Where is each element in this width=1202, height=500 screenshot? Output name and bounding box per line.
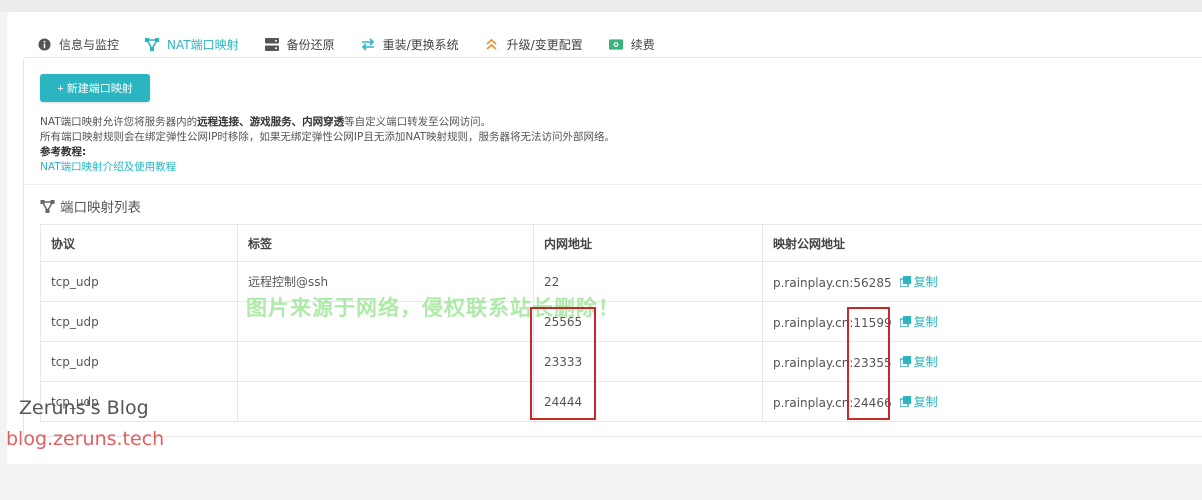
copy-icon [899, 396, 911, 407]
header-protocol: 协议 [40, 224, 238, 262]
nat-panel: + 新建端口映射 NAT端口映射允许您将服务器内的远程连接、游戏服务、内网穿透等… [23, 57, 1202, 437]
table-row: tcp_udp 23333 p.rainplay.cn:23355 复制 [40, 341, 1202, 382]
tab-label: NAT端口映射 [167, 37, 239, 52]
cell-public: p.rainplay.cn:11599 复制 [762, 301, 1202, 342]
highlight-box-public-port [847, 307, 890, 420]
table-row: tcp_udp 远程控制@ssh 22 p.rainplay.cn:56285 复… [40, 261, 1202, 302]
copy-button[interactable]: 复制 [899, 393, 938, 410]
tab-label: 升级/变更配置 [506, 37, 583, 52]
tab-renew[interactable]: 续费 [608, 30, 655, 58]
money-icon [608, 37, 623, 51]
header-public-address: 映射公网地址 [762, 224, 1202, 262]
add-port-mapping-button[interactable]: + 新建端口映射 [40, 74, 150, 102]
cell-protocol: tcp_udp [40, 261, 238, 302]
port-mapping-list-title: 端口映射列表 [40, 196, 141, 216]
description-line-1: NAT端口映射允许您将服务器内的远程连接、游戏服务、内网穿透等自定义端口转发至公… [40, 116, 492, 128]
tab-backup-restore[interactable]: 备份还原 [264, 30, 335, 58]
cell-public: p.rainplay.cn:56285 复制 [762, 261, 1202, 302]
table-row: tcp_udp 24444 p.rainplay.cn:24466 复制 [40, 381, 1202, 422]
copy-icon [899, 356, 911, 367]
info-icon [37, 37, 51, 51]
cell-tag [237, 381, 534, 422]
copy-icon [899, 316, 911, 327]
share-nodes-icon [145, 37, 160, 51]
tab-upgrade-config[interactable]: 升级/变更配置 [485, 30, 583, 58]
highlight-box-internal [530, 307, 596, 420]
port-mapping-table: 协议 标签 内网地址 映射公网地址 tcp_udp 远程控制@ssh 22 p.… [40, 224, 1202, 422]
cell-protocol: tcp_udp [40, 341, 238, 382]
tutorial-link[interactable]: NAT端口映射介绍及使用教程 [40, 160, 615, 175]
divider [24, 184, 1202, 185]
description-line-2: 所有端口映射规则会在绑定弹性公网IP时移除，如果无绑定弹性公网IP且无添加NAT… [40, 131, 615, 143]
server-icon [264, 37, 279, 51]
tab-label: 备份还原 [286, 37, 335, 52]
reference-label: 参考教程: [40, 146, 87, 158]
share-nodes-icon [40, 199, 55, 213]
description: NAT端口映射允许您将服务器内的远程连接、游戏服务、内网穿透等自定义端口转发至公… [40, 115, 615, 175]
tab-reinstall-system[interactable]: 重装/更换系统 [361, 30, 459, 58]
top-strip [0, 0, 1202, 12]
cell-protocol: tcp_udp [40, 301, 238, 342]
tab-label: 续费 [630, 37, 655, 52]
copy-button[interactable]: 复制 [899, 313, 938, 330]
header-tag: 标签 [237, 224, 534, 262]
table-row: tcp_udp 25565 p.rainplay.cn:11599 复制 [40, 301, 1202, 342]
tab-label: 信息与监控 [59, 37, 120, 52]
copy-icon [899, 276, 911, 287]
table-header-row: 协议 标签 内网地址 映射公网地址 [40, 224, 1202, 262]
tab-nat-port-mapping[interactable]: NAT端口映射 [135, 30, 249, 59]
tab-label: 重装/更换系统 [382, 37, 459, 52]
copy-button[interactable]: 复制 [899, 273, 938, 290]
cell-public: p.rainplay.cn:23355 复制 [762, 341, 1202, 382]
cell-tag [237, 341, 534, 382]
header-internal-address: 内网地址 [533, 224, 763, 262]
swap-arrows-icon [361, 37, 375, 51]
blog-url-watermark: blog.zeruns.tech [6, 428, 165, 450]
copy-button[interactable]: 复制 [899, 353, 938, 370]
cell-public: p.rainplay.cn:24466 复制 [762, 381, 1202, 422]
blog-name-watermark: Zeruns's Blog [19, 397, 149, 419]
double-chevron-up-icon [485, 37, 499, 51]
public-address: p.rainplay.cn:56285 [773, 276, 892, 290]
tab-bar: 信息与监控 NAT端口映射 备份还原 重装/更换系统 升级/变更配置 续费 [37, 30, 681, 59]
tab-info-monitor[interactable]: 信息与监控 [37, 30, 119, 58]
